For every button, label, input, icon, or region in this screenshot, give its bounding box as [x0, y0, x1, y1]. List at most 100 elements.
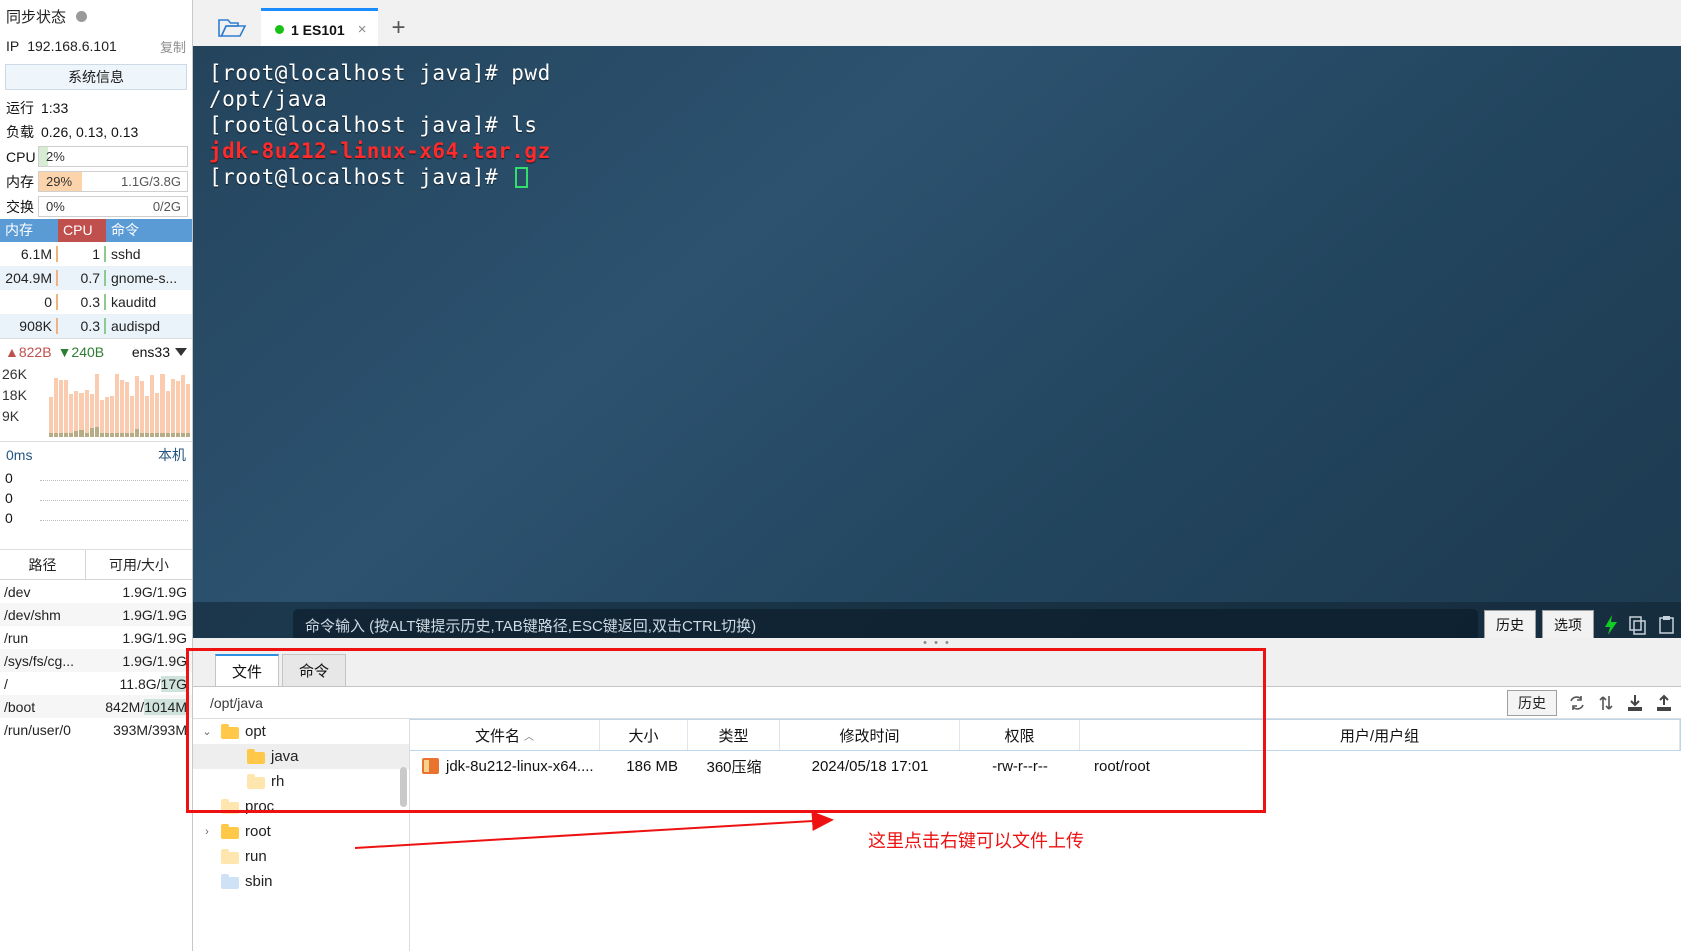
- sort-ascending-icon: ︿: [524, 731, 534, 743]
- tree-item-rh[interactable]: rh: [193, 769, 409, 794]
- disk-table-body: /dev 1.9G/1.9G/dev/shm 1.9G/1.9G/run 1.9G/1…: [0, 580, 192, 741]
- refresh-icon[interactable]: [1565, 694, 1589, 712]
- network-bar: [145, 395, 150, 437]
- process-row[interactable]: 6.1M 1 sshd: [0, 242, 192, 266]
- column-header-filename[interactable]: 文件名 ︿: [410, 720, 600, 750]
- lightning-icon[interactable]: [1603, 614, 1619, 636]
- disk-row[interactable]: /boot 842M/1014M: [0, 695, 192, 718]
- network-bar: [140, 381, 145, 437]
- process-col-cpu[interactable]: CPU: [58, 219, 106, 242]
- meter-row-CPU: CPU 2%: [0, 144, 192, 169]
- terminal-history-button[interactable]: 历史: [1484, 610, 1536, 640]
- tree-item-label: java: [271, 748, 299, 765]
- network-interface-selector[interactable]: ens33: [132, 344, 187, 360]
- ip-row: IP 192.168.6.101 复制: [0, 32, 192, 60]
- terminal-screen[interactable]: [root@localhost java]# pwd/opt/java [root…: [193, 46, 1681, 648]
- meter-label: 交换: [6, 198, 34, 215]
- file-list-body: jdk-8u212-linux-x64.... 186 MB 360压缩 2024/0…: [410, 751, 1681, 781]
- file-type: 360压缩: [706, 758, 762, 776]
- disk-row[interactable]: /run/user/0 393M/393M: [0, 718, 192, 741]
- folder-icon: [221, 798, 239, 814]
- paste-icon[interactable]: [1657, 615, 1677, 635]
- network-bar: [79, 392, 84, 437]
- terminal-tab-es101[interactable]: 1 ES101 ×: [261, 8, 379, 48]
- close-icon[interactable]: ×: [358, 21, 367, 38]
- tree-item-label: run: [245, 848, 267, 865]
- process-col-cmd[interactable]: 命令: [106, 219, 192, 242]
- disk-row[interactable]: /dev/shm 1.9G/1.9G: [0, 603, 192, 626]
- disk-row[interactable]: /dev 1.9G/1.9G: [0, 580, 192, 603]
- disk-path: /boot: [4, 698, 36, 715]
- tab-label: 1 ES101: [291, 21, 345, 38]
- disk-col-size[interactable]: 可用/大小: [86, 550, 192, 579]
- disk-col-path[interactable]: 路径: [0, 550, 86, 579]
- column-header-owner[interactable]: 用户/用户组: [1080, 720, 1680, 750]
- disk-row[interactable]: / 11.8G/17G: [0, 672, 192, 695]
- process-col-mem[interactable]: 内存: [0, 219, 58, 242]
- meter-detail: 1.1G/3.8G: [121, 174, 181, 189]
- process-row[interactable]: 204.9M 0.7 gnome-s...: [0, 266, 192, 290]
- tree-item-opt[interactable]: ⌄ opt: [193, 719, 409, 744]
- disk-path: /sys/fs/cg...: [4, 652, 75, 669]
- column-header-type[interactable]: 类型: [688, 720, 780, 750]
- process-row[interactable]: 908K 0.3 audispd: [0, 314, 192, 338]
- panel-splitter[interactable]: • • •: [193, 637, 1681, 649]
- column-header-mtime[interactable]: 修改时间: [780, 720, 960, 750]
- tree-item-run[interactable]: run: [193, 844, 409, 869]
- uptime-row: 运行 1:33: [0, 96, 192, 120]
- network-bar: [150, 375, 155, 437]
- network-bar: [64, 380, 69, 437]
- meter-percent: 0%: [46, 199, 65, 214]
- tree-twisty-icon[interactable]: ⌄: [199, 725, 215, 738]
- copy-icon[interactable]: [1628, 615, 1648, 635]
- upload-icon[interactable]: [1652, 694, 1676, 712]
- network-bar: [165, 390, 170, 437]
- file-row[interactable]: jdk-8u212-linux-x64.... 186 MB 360压缩 2024/0…: [410, 751, 1681, 781]
- tree-item-label: opt: [245, 723, 266, 740]
- command-input[interactable]: 命令输入 (按ALT键提示历史,TAB键路径,ESC键返回,双击CTRL切换): [293, 609, 1478, 641]
- network-bar: [99, 400, 104, 437]
- system-info-button[interactable]: 系统信息: [5, 64, 187, 90]
- tree-item-proc[interactable]: proc: [193, 794, 409, 819]
- network-y-label-0: 26K: [2, 366, 27, 382]
- latency-y-label-1: 0: [5, 490, 13, 506]
- network-bar: [185, 383, 190, 437]
- sync-status-indicator-icon: [76, 10, 88, 22]
- tab-commands[interactable]: 命令: [282, 654, 347, 686]
- tree-scrollbar[interactable]: [400, 767, 407, 807]
- network-bar: [180, 375, 185, 437]
- archive-file-icon: [422, 758, 439, 774]
- uptime-value: 1:33: [41, 100, 69, 116]
- column-header-size[interactable]: 大小: [600, 720, 688, 750]
- folder-icon: [221, 823, 239, 839]
- disk-path: /dev/shm: [4, 606, 61, 623]
- process-row[interactable]: 0 0.3 kauditd: [0, 290, 192, 314]
- path-input[interactable]: /opt/java: [193, 695, 1507, 711]
- terminal-cursor: [515, 167, 529, 188]
- tree-item-label: sbin: [245, 873, 273, 890]
- tree-item-java[interactable]: java: [193, 744, 409, 769]
- disk-path: /: [4, 675, 8, 692]
- meter-row-交换: 交换 0% 0/2G: [0, 194, 192, 219]
- process-cpu: 0.7: [58, 270, 106, 286]
- disk-row[interactable]: /sys/fs/cg... 1.9G/1.9G: [0, 649, 192, 672]
- directory-tree[interactable]: ⌄ opt java rh proc › root run sbin: [193, 719, 410, 951]
- column-header-permissions[interactable]: 权限: [960, 720, 1080, 750]
- path-history-button[interactable]: 历史: [1507, 689, 1557, 716]
- new-tab-icon[interactable]: +: [378, 8, 418, 48]
- copy-ip-button[interactable]: 复制: [160, 37, 186, 56]
- terminal-options-button[interactable]: 选项: [1542, 610, 1594, 640]
- tree-item-root[interactable]: › root: [193, 819, 409, 844]
- tab-files[interactable]: 文件: [215, 654, 280, 686]
- network-bar: [59, 380, 64, 437]
- folder-icon: [247, 748, 265, 764]
- chevron-down-icon: [175, 347, 187, 356]
- tree-twisty-icon[interactable]: ›: [199, 826, 215, 838]
- disk-row[interactable]: /run 1.9G/1.9G: [0, 626, 192, 649]
- disk-size: 1.9G/1.9G: [122, 652, 187, 669]
- load-value: 0.26, 0.13, 0.13: [41, 124, 139, 140]
- download-icon[interactable]: [1623, 694, 1647, 712]
- tree-item-sbin[interactable]: sbin: [193, 869, 409, 894]
- sync-icon[interactable]: [1594, 694, 1618, 712]
- open-folder-icon[interactable]: [203, 8, 261, 48]
